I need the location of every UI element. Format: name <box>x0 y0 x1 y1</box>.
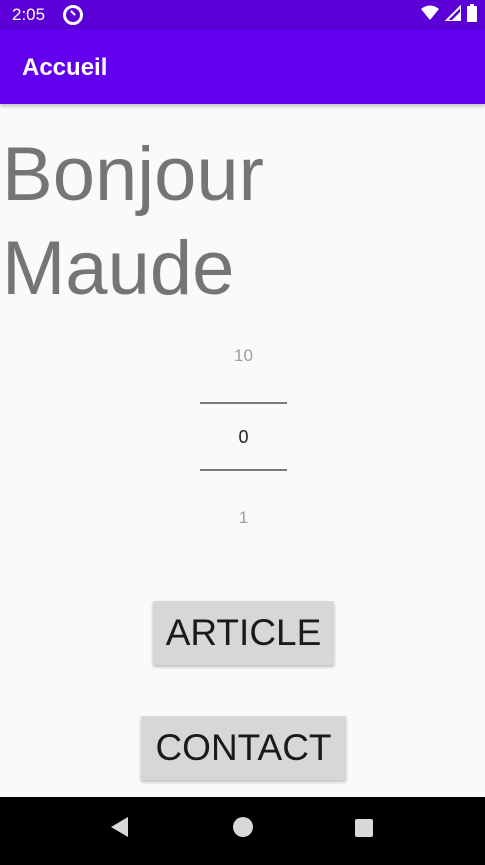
cellular-signal-icon <box>445 5 461 21</box>
picker-previous-value[interactable]: 10 <box>200 346 287 366</box>
home-icon[interactable] <box>233 817 253 837</box>
status-icons <box>421 4 477 22</box>
picker-next-value[interactable]: 1 <box>200 508 287 528</box>
article-button[interactable]: ARTICLE <box>153 601 334 665</box>
picker-bottom-divider <box>200 469 287 471</box>
contact-button[interactable]: CONTACT <box>141 716 346 780</box>
navigation-bar <box>0 797 485 865</box>
picker-top-divider <box>200 402 287 404</box>
greeting-text: Bonjour Maude <box>2 132 264 311</box>
wifi-icon <box>421 5 439 20</box>
back-icon[interactable] <box>111 817 128 837</box>
recents-icon[interactable] <box>355 819 373 837</box>
app-bar: Accueil <box>0 29 485 104</box>
app-notification-icon <box>63 5 83 25</box>
app-title: Accueil <box>22 54 108 81</box>
status-time: 2:05 <box>12 5 46 24</box>
status-bar: 2:05 <box>0 0 485 29</box>
battery-icon <box>467 4 477 22</box>
picker-current-value[interactable]: 0 <box>200 427 287 448</box>
